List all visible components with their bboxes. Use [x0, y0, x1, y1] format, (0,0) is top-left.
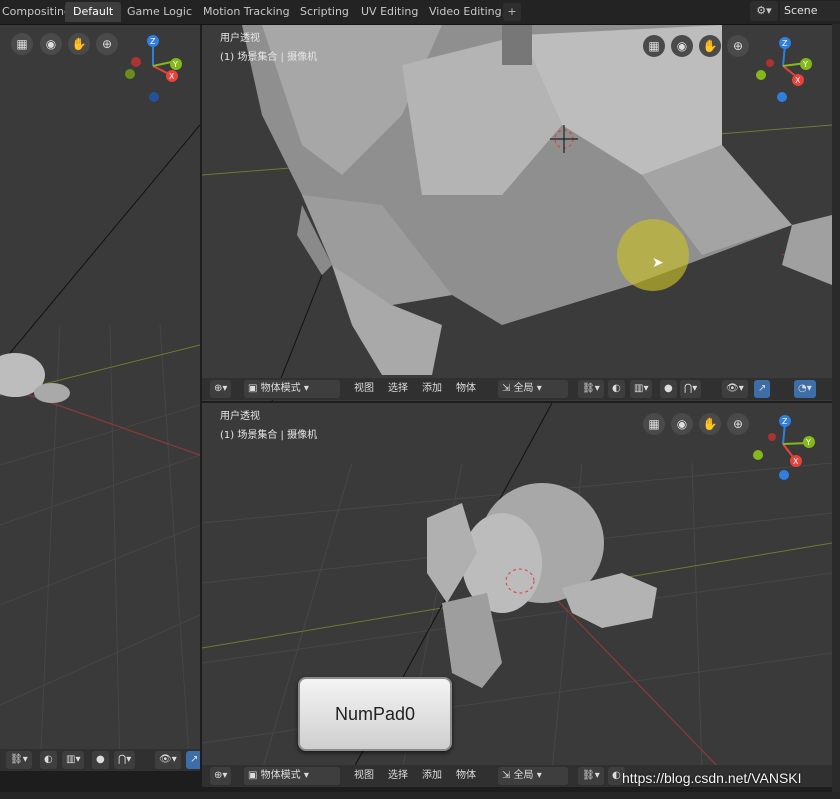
gizmo-toggle-icon[interactable]: ↗ — [754, 380, 771, 398]
snap-icon[interactable]: ◐ — [40, 751, 57, 769]
viewport-top-collection: (1) 场景集合 | 摄像机 — [220, 52, 318, 63]
mode-label: 物体模式 — [260, 383, 301, 394]
camera-icon[interactable]: ◉ — [40, 33, 62, 55]
transform-label: 全局 — [513, 770, 534, 781]
viewport-bottom-title: 用户透视 — [220, 411, 260, 422]
tab-uv-editing[interactable]: UV Editing — [353, 2, 426, 22]
gizmo-z-label: Z — [782, 39, 788, 48]
camera-icon[interactable]: ◉ — [671, 413, 693, 435]
proportional-icon[interactable]: ● — [92, 751, 109, 769]
transform-dropdown[interactable]: ⇲ 全局 ▾ — [498, 380, 568, 398]
viewport-left[interactable]: ▦ ◉ ✋ ⊕ Z X Y ⛓▾ ◐ ▥▾ ● ⋂▾ 👁▾ ↗ — [0, 25, 200, 771]
gizmo-z-label: Z — [782, 417, 788, 426]
menu-select[interactable]: 选择 — [388, 767, 408, 785]
mode-label: 物体模式 — [260, 770, 301, 781]
falloff-icon[interactable]: ⋂▾ — [680, 380, 702, 398]
snap-target-icon[interactable]: ▥▾ — [630, 380, 653, 398]
pan-hand-icon[interactable]: ✋ — [699, 35, 721, 57]
gizmo-x-label: X — [793, 457, 799, 466]
gizmo-x-label: X — [169, 72, 175, 81]
zoom-icon[interactable]: ⊕ — [727, 35, 749, 57]
viewport-top[interactable]: 用户透视 (1) 场景集合 | 摄像机 ▦ ◉ ✋ ⊕ Z X Y ➤ ⊕▾ ▣… — [202, 25, 832, 401]
axis-gizmo-top[interactable]: Z X Y — [750, 33, 820, 113]
scene-name-field[interactable]: Scene — [780, 1, 840, 21]
gizmo-x-label: X — [795, 76, 801, 85]
transform-dropdown[interactable]: ⇲ 全局 ▾ — [498, 767, 568, 785]
mode-dropdown[interactable]: ▣ 物体模式 ▾ — [244, 380, 340, 398]
tab-game-logic[interactable]: Game Logic — [119, 2, 200, 22]
viewport-top-title: 用户透视 — [220, 33, 260, 44]
grid-view-icon[interactable]: ▦ — [643, 35, 665, 57]
gizmo-y-label: Y — [805, 438, 811, 447]
tab-video-editing[interactable]: Video Editing — [421, 2, 510, 22]
gizmo-y-label: Y — [802, 60, 808, 69]
overlay-toggle-icon[interactable]: ◔▾ — [794, 380, 816, 398]
menu-add[interactable]: 添加 — [422, 767, 442, 785]
menu-object[interactable]: 物体 — [456, 380, 476, 398]
right-sidebar-strip[interactable] — [832, 24, 840, 792]
viewport-bottom[interactable]: 用户透视 (1) 场景集合 | 摄像机 ▦ ◉ ✋ ⊕ Z X Y — [202, 403, 832, 771]
mode-dropdown[interactable]: ▣ 物体模式 ▾ — [244, 767, 340, 785]
watermark-text: https://blog.csdn.net/VANSKI — [622, 770, 802, 786]
transform-label: 全局 — [513, 383, 534, 394]
menu-view[interactable]: 视图 — [354, 767, 374, 785]
proportional-icon[interactable]: ● — [660, 380, 677, 398]
viewport-top-header: ⊕▾ ▣ 物体模式 ▾ 视图 选择 添加 物体 ⇲ 全局 ▾ ⛓▾ ◐ ▥▾ ●… — [202, 378, 832, 400]
mouse-cursor-icon: ➤ — [652, 255, 664, 271]
grid-view-icon[interactable]: ▦ — [643, 413, 665, 435]
menu-add[interactable]: 添加 — [422, 380, 442, 398]
axis-gizmo-bottom[interactable]: Z X Y — [750, 411, 830, 491]
scene-selector-icon[interactable]: ⚙▾ — [750, 1, 778, 21]
menu-select[interactable]: 选择 — [388, 380, 408, 398]
zoom-icon[interactable]: ⊕ — [96, 33, 118, 55]
tab-default[interactable]: Default — [65, 2, 122, 22]
viewport-bottom-scene — [202, 403, 832, 771]
workspace-tabs-bar: Compositing Default Game Logic Motion Tr… — [0, 0, 840, 25]
visibility-icon[interactable]: 👁▾ — [155, 751, 181, 769]
grid-view-icon[interactable]: ▦ — [11, 33, 33, 55]
viewport-top-scene — [202, 25, 832, 401]
snap-target-icon[interactable]: ▥▾ — [62, 751, 85, 769]
gizmo-y-label: Y — [172, 60, 178, 69]
zoom-icon[interactable]: ⊕ — [727, 413, 749, 435]
transform-orientation-icon[interactable]: ⊕▾ — [210, 767, 232, 785]
link-icon[interactable]: ⛓▾ — [578, 767, 604, 785]
link-icon[interactable]: ⛓▾ — [6, 751, 32, 769]
pan-hand-icon[interactable]: ✋ — [68, 33, 90, 55]
viewport-bottom-collection: (1) 场景集合 | 摄像机 — [220, 430, 318, 441]
viewport-left-header: ⛓▾ ◐ ▥▾ ● ⋂▾ 👁▾ ↗ — [0, 749, 200, 771]
menu-object[interactable]: 物体 — [456, 767, 476, 785]
camera-icon[interactable]: ◉ — [671, 35, 693, 57]
axis-gizmo-left[interactable]: Z X Y — [118, 31, 188, 111]
visibility-icon[interactable]: 👁▾ — [722, 380, 748, 398]
menu-view[interactable]: 视图 — [354, 380, 374, 398]
pan-hand-icon[interactable]: ✋ — [699, 413, 721, 435]
link-icon[interactable]: ⛓▾ — [578, 380, 604, 398]
gizmo-toggle-icon[interactable]: ↗ — [186, 751, 200, 769]
gizmo-z-label: Z — [150, 37, 156, 46]
status-bar — [0, 792, 840, 799]
falloff-icon[interactable]: ⋂▾ — [114, 751, 136, 769]
key-press-overlay: NumPad0 — [298, 677, 452, 751]
add-workspace-button[interactable]: + — [503, 3, 521, 21]
transform-orientation-icon[interactable]: ⊕▾ — [210, 380, 232, 398]
viewport-left-grid — [0, 124, 200, 771]
tab-scripting[interactable]: Scripting — [292, 2, 357, 22]
snap-icon[interactable]: ◐ — [608, 380, 625, 398]
tab-motion-tracking[interactable]: Motion Tracking — [195, 2, 298, 22]
